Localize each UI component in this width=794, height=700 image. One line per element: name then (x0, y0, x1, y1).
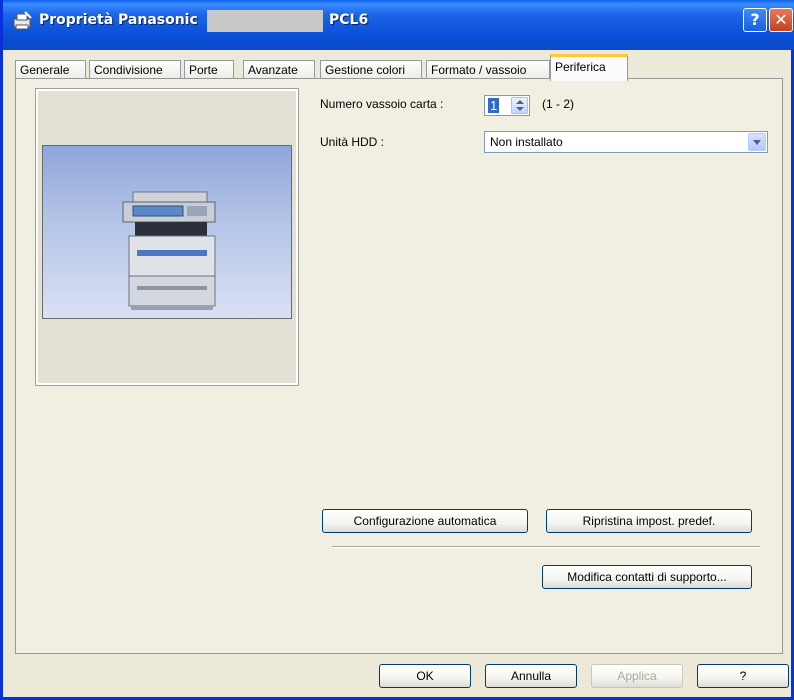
apply-button[interactable]: Applica (591, 664, 683, 688)
tab-condivisione[interactable]: Condivisione (89, 60, 181, 80)
tray-count-range: (1 - 2) (542, 97, 575, 111)
close-icon[interactable]: ✕ (769, 8, 793, 32)
window-title-suffix: PCL6 (329, 12, 369, 28)
tab-formato-vassoio[interactable]: Formato / vassoio (426, 60, 550, 80)
device-preview-frame (35, 88, 299, 386)
hdd-select-value: Non installato (490, 135, 563, 149)
tray-count-label: Numero vassoio carta : (320, 97, 444, 111)
separator (332, 546, 760, 548)
printer-icon (11, 10, 33, 32)
tray-count-stepper[interactable]: 1 (484, 95, 530, 116)
restore-defaults-button[interactable]: Ripristina impost. predef. (546, 509, 752, 533)
spin-up-icon[interactable] (516, 100, 524, 104)
mfp-printer-illustration (122, 191, 216, 310)
title-bar[interactable]: Proprietà Panasonic PCL6 ? ✕ (3, 0, 794, 50)
tab-avanzate[interactable]: Avanzate (243, 60, 315, 80)
hdd-dropdown-button[interactable] (748, 133, 766, 151)
help-button[interactable]: ? (697, 664, 789, 688)
window-title: Proprietà Panasonic (39, 12, 198, 28)
redacted-area (207, 10, 323, 32)
tab-panel-periferica: Numero vassoio carta : 1 (1 - 2) Unità H… (15, 78, 783, 654)
device-preview-image (42, 145, 292, 319)
tray-count-value[interactable]: 1 (488, 98, 500, 113)
tab-generale[interactable]: Generale (15, 60, 86, 80)
tab-periferica[interactable]: Periferica (550, 54, 628, 81)
hdd-select[interactable]: Non installato (484, 131, 768, 153)
ok-button[interactable]: OK (379, 664, 471, 688)
edit-support-contacts-button[interactable]: Modifica contatti di supporto... (542, 565, 752, 589)
tab-gestione-colori[interactable]: Gestione colori (320, 60, 422, 80)
tab-strip: Generale Condivisione Porte Avanzate Ges… (15, 52, 794, 81)
spin-down-icon[interactable] (516, 107, 524, 111)
cancel-button[interactable]: Annulla (485, 664, 577, 688)
hdd-label: Unità HDD : (320, 135, 385, 149)
tab-porte[interactable]: Porte (184, 60, 234, 80)
help-icon[interactable]: ? (743, 8, 767, 32)
stepper-buttons[interactable] (511, 97, 528, 114)
properties-window: Proprietà Panasonic PCL6 ? ✕ Generale Co… (0, 0, 794, 700)
auto-config-button[interactable]: Configurazione automatica (322, 509, 528, 533)
dropdown-arrow-icon (753, 140, 761, 145)
